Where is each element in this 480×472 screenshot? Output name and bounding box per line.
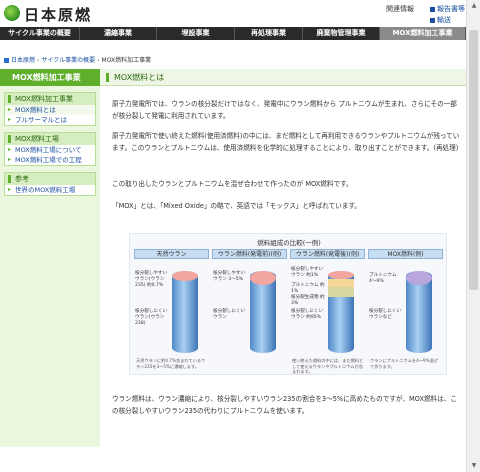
cylinder-band-fission (328, 287, 354, 297)
paragraph-5: ウラン燃料は、ウラン濃縮により、核分裂しやすいウラン235の割合を3〜5%に高め… (112, 395, 457, 415)
figure-note: 天然ウランに約0.7%含まれているウラン235を3〜5%に濃縮します。 (136, 358, 206, 369)
paragraph-4: 「MOX」とは、「Mixed Oxide」の略で、英語では「モックス」と呼ばれて… (112, 202, 361, 210)
sidebar-box-reference: 参考 世界のMOX燃料工場 (4, 172, 96, 196)
sidebar-heading[interactable]: MOX燃料加工事業 (0, 69, 100, 86)
sidebar-item-pluthermal[interactable]: プルサーマルとは (5, 115, 95, 125)
main-nav: サイクル事業の概要 濃縮事業 埋設事業 再処理事業 廃棄物管理事業 MOX燃料加… (0, 27, 480, 40)
column-header: 天然ウラン (134, 249, 209, 259)
logo-text[interactable]: 日本原燃 (24, 4, 92, 25)
scroll-down-icon[interactable]: ▼ (470, 462, 478, 470)
cylinder-graphic (250, 271, 276, 353)
bullet-icon (430, 17, 435, 23)
site-header: 日本原燃 関連情報 報告書等 輸送 (0, 0, 480, 26)
sidebar-item-factory-process[interactable]: MOX燃料工場での工程 (5, 155, 95, 165)
figure-column-uranium-after: ウラン燃料(発電後)(例) 核分裂しやすいウラン 約1% プルトニウム 約1% … (290, 249, 365, 375)
figure-title: 燃料組成の比較(一例) (257, 239, 321, 247)
breadcrumb: 日本原燃 › サイクル事業の概要 › MOX燃料加工事業 (4, 55, 151, 64)
sidebar: MOX燃料加工事業 MOX燃料加工事業 MOX燃料とは プルサーマルとは MOX… (0, 69, 100, 447)
column-header: ウラン燃料(発電前)(例) (212, 249, 287, 259)
breadcrumb-level1[interactable]: サイクル事業の概要 (41, 57, 95, 64)
sidebar-box-factory: MOX燃料工場 MOX燃料工場について MOX燃料工場での工程 (4, 132, 96, 166)
nav-cycle-overview[interactable]: サイクル事業の概要 (0, 27, 80, 40)
breadcrumb-level2: MOX燃料加工事業 (101, 57, 152, 64)
sidebar-item-world-factories[interactable]: 世界のMOX燃料工場 (5, 185, 95, 195)
logo-icon[interactable] (4, 5, 20, 21)
nav-disposal[interactable]: 埋設事業 (157, 27, 235, 40)
paragraph-3: この取り出したウランとプルトニウムを混ぜ合わせて作ったのが MOX燃料です。 (112, 180, 353, 188)
sidebar-box-mox: MOX燃料加工事業 MOX燃料とは プルサーマルとは (4, 92, 96, 126)
nav-waste-management[interactable]: 廃棄物管理事業 (303, 27, 380, 40)
paragraph-2: 原子力発電所で使い終えた燃料(使用済燃料)の中には、まだ燃料として再利用できるウ… (112, 132, 460, 152)
sidebar-item-mox-fuel[interactable]: MOX燃料とは (5, 105, 95, 115)
cylinder-band-plutonium (328, 279, 354, 287)
column-header: MOX燃料(例) (368, 249, 443, 259)
cylinder-graphic (172, 271, 198, 353)
sidebar-box-title: 参考 (5, 173, 95, 185)
figure-label: 核分裂しにくいウランなど (369, 309, 402, 320)
figure-column-mox-fuel: MOX燃料(例) プルトニウム 4〜9% 核分裂しにくいウランなど ウランにプル… (368, 249, 443, 372)
figure-label: 核分裂しにくいウラン(ウラン238) (135, 309, 168, 326)
scroll-thumb[interactable] (469, 30, 478, 290)
sidebar-box-title[interactable]: MOX燃料加工事業 (5, 93, 95, 105)
page-scrollbar[interactable]: ▲ ▼ (466, 0, 480, 472)
cylinder-top (172, 271, 198, 281)
nav-reprocessing[interactable]: 再処理事業 (235, 27, 303, 40)
figure-note: ウランにプルトニウムを4〜9%混ぜて作ります。 (370, 358, 438, 369)
figure-label: プルトニウム 約1% (291, 283, 325, 294)
cylinder-graphic (406, 271, 432, 353)
related-info-link[interactable]: 関連情報 (386, 4, 414, 14)
figure-column-uranium-before: ウラン燃料(発電前)(例) 核分裂しやすいウラン 3〜5% 核分裂しにくいウラン (212, 249, 287, 372)
figure-label: 核分裂生成物 約3% (291, 295, 325, 306)
cylinder-top (250, 271, 276, 285)
figure-label: 核分裂しにくいウラン 約95% (291, 309, 324, 320)
cylinder-top (406, 271, 432, 285)
figure-label: 核分裂しやすいウラン 3〜5% (213, 271, 246, 282)
figure-label: プルトニウム 4〜9% (369, 273, 397, 284)
figure-label: 核分裂しにくいウラン (213, 309, 246, 320)
bullet-icon (430, 6, 435, 12)
reports-link[interactable]: 報告書等 (430, 4, 465, 14)
nav-mox-fuel[interactable]: MOX燃料加工事業 (380, 27, 466, 40)
nav-enrichment[interactable]: 濃縮事業 (80, 27, 157, 40)
paragraph-1: 原子力発電所では、ウランの核分裂だけではなく、発電中にウラン燃料から プルトニウ… (112, 100, 457, 120)
fuel-composition-figure: 燃料組成の比較(一例) 天然ウラン 核分裂しやすいウラン(ウラン235) 約0.… (129, 233, 447, 375)
transport-link[interactable]: 輸送 (430, 15, 451, 25)
sidebar-item-factory-about[interactable]: MOX燃料工場について (5, 145, 95, 155)
scroll-up-icon[interactable]: ▲ (470, 2, 478, 10)
column-header: ウラン燃料(発電後)(例) (290, 249, 365, 259)
figure-note: 使い終えた燃料の中には、まだ燃料として使えるウランやプルトニウムが含まれます。 (292, 358, 364, 375)
cylinder-top (328, 271, 354, 279)
figure-label: 核分裂しやすいウラン(ウラン235) 約0.7% (135, 271, 168, 288)
breadcrumb-home[interactable]: 日本原燃 (11, 57, 35, 64)
figure-column-natural-uranium: 天然ウラン 核分裂しやすいウラン(ウラン235) 約0.7% 核分裂しにくいウラ… (134, 249, 209, 372)
home-icon (4, 58, 9, 63)
figure-label: 核分裂しやすいウラン 約1% (291, 267, 324, 278)
sidebar-box-title[interactable]: MOX燃料工場 (5, 133, 95, 145)
page-title: MOX燃料とは (100, 69, 466, 86)
cylinder-graphic (328, 271, 354, 353)
